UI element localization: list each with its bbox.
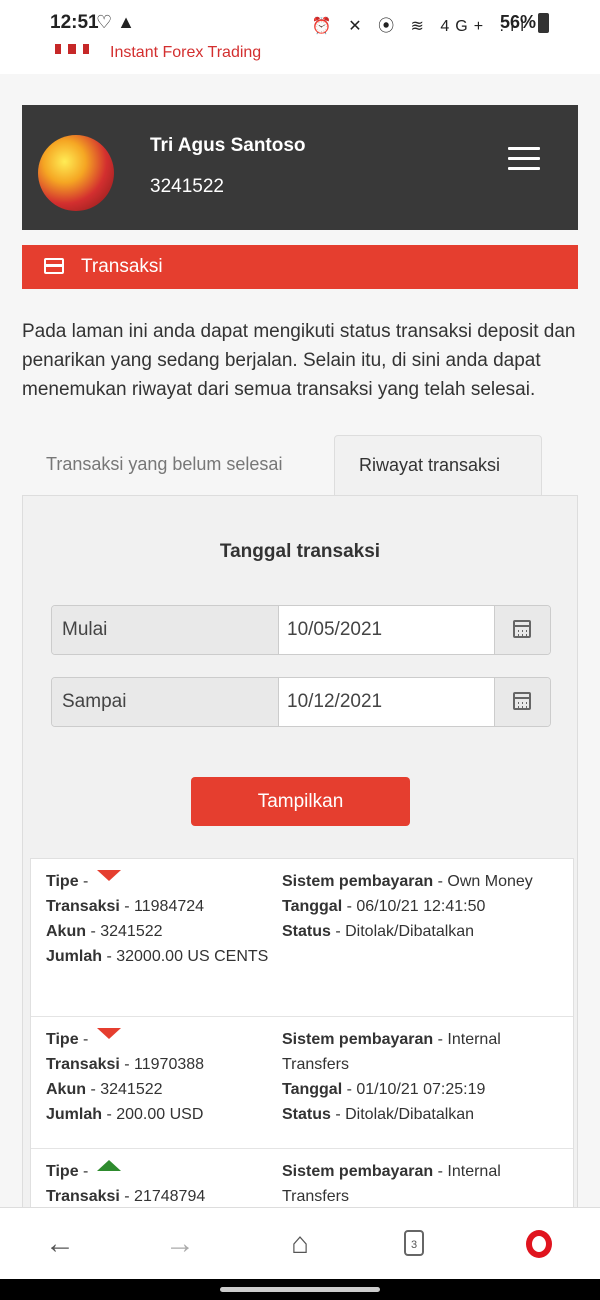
start-date-input[interactable]: 10/05/2021 bbox=[287, 619, 382, 641]
transaction-right-column: Sistem pembayaran - Internal Transfers T… bbox=[282, 1031, 501, 1123]
transaction-left-column: Tipe - Transaksi - 21748794 bbox=[46, 1159, 276, 1207]
transaction-right-column: Sistem pembayaran - Own Money Tanggal - … bbox=[282, 873, 533, 940]
date-label: Tanggal bbox=[282, 1081, 343, 1098]
forward-arrow-icon[interactable]: → bbox=[150, 1208, 210, 1280]
transaction-label: Transaksi bbox=[46, 1056, 120, 1073]
tab-pending-transactions[interactable]: Transaksi yang belum selesai bbox=[46, 454, 282, 475]
amount-label: Jumlah bbox=[46, 948, 103, 965]
status-left-icons: ♡ ▲ bbox=[96, 12, 135, 32]
transaction-label: Transaksi bbox=[46, 1188, 120, 1205]
status-value: Ditolak/Dibatalkan bbox=[345, 1106, 475, 1123]
end-date-label-box: Sampai bbox=[52, 678, 279, 726]
transaction-left-column: Tipe - Transaksi - 11984724 Akun - 32415… bbox=[46, 869, 276, 969]
tab-label: Riwayat transaksi bbox=[359, 455, 501, 475]
transaction-item[interactable]: Tipe - Transaksi - 11984724 Akun - 32415… bbox=[31, 859, 573, 1017]
profile-card: Tri Agus Santoso 3241522 bbox=[22, 105, 578, 230]
profile-name: Tri Agus Santoso bbox=[150, 135, 306, 156]
end-date-label: Sampai bbox=[62, 691, 127, 712]
end-date-calendar-button[interactable] bbox=[494, 678, 550, 726]
back-arrow-icon[interactable]: ← bbox=[30, 1208, 90, 1280]
payment-label: Sistem pembayaran bbox=[282, 1031, 434, 1048]
page-description: Pada laman ini anda dapat mengikuti stat… bbox=[22, 321, 576, 400]
section-title: Transaksi bbox=[81, 256, 163, 277]
account-label: Akun bbox=[46, 923, 86, 940]
up-arrow-icon bbox=[96, 1160, 121, 1172]
status-label: Status bbox=[282, 1106, 331, 1123]
account-label: Akun bbox=[46, 1081, 86, 1098]
down-arrow-icon bbox=[96, 1028, 121, 1040]
status-label: Status bbox=[282, 923, 331, 940]
start-date-label-box: Mulai bbox=[52, 606, 279, 654]
history-panel: Tanggal transaksi Mulai 10/05/2021 Sampa… bbox=[22, 495, 578, 1207]
date-value: 01/10/21 07:25:19 bbox=[356, 1081, 486, 1098]
status-time: 12:51 bbox=[50, 12, 99, 33]
account-value: 3241522 bbox=[100, 923, 163, 940]
app-header: Instant Forex Trading bbox=[0, 44, 600, 75]
account-value: 3241522 bbox=[100, 1081, 163, 1098]
payment-label: Sistem pembayaran bbox=[282, 1163, 434, 1180]
transaction-left-column: Tipe - Transaksi - 11970388 Akun - 32415… bbox=[46, 1027, 276, 1127]
status-right-icons: ⏰ ✕ ⦿ ≋ 4G+ .ıl bbox=[311, 18, 530, 35]
tab-transaction-history[interactable]: Riwayat transaksi bbox=[334, 435, 542, 496]
end-date-row: Sampai 10/12/2021 bbox=[51, 677, 551, 727]
transaction-id: 21748794 bbox=[134, 1188, 206, 1205]
show-button[interactable]: Tampilkan bbox=[191, 777, 410, 826]
start-date-calendar-button[interactable] bbox=[494, 606, 550, 654]
transaction-id: 11970388 bbox=[134, 1056, 205, 1073]
transaction-item[interactable]: Tipe - Transaksi - 21748794 Sistem pemba… bbox=[31, 1149, 573, 1207]
battery-percent: 56% bbox=[500, 12, 537, 32]
browser-bottom-bar: ← → ⌂ 3 bbox=[0, 1207, 600, 1280]
type-label: Tipe bbox=[46, 1031, 79, 1048]
amount-value: 200.00 USD bbox=[116, 1106, 204, 1123]
credit-card-icon bbox=[44, 258, 64, 274]
calendar-icon bbox=[513, 692, 531, 710]
home-gesture-pill[interactable] bbox=[220, 1287, 380, 1292]
opera-logo-icon[interactable] bbox=[526, 1230, 552, 1258]
status-bar: 12:51 ♡ ▲ ⏰ ✕ ⦿ ≋ 4G+ .ıl 56% bbox=[0, 0, 600, 44]
transaction-label: Transaksi bbox=[46, 898, 120, 915]
brand-name: Instant Forex Trading bbox=[110, 44, 262, 61]
home-icon[interactable]: ⌂ bbox=[270, 1208, 330, 1280]
tabs-button[interactable]: 3 bbox=[404, 1230, 424, 1256]
section-header-transaksi: Transaksi bbox=[22, 245, 578, 289]
start-date-label: Mulai bbox=[62, 619, 108, 640]
amount-label: Jumlah bbox=[46, 1106, 103, 1123]
filter-title: Tanggal transaksi bbox=[219, 541, 381, 562]
logo-icon bbox=[55, 44, 91, 54]
profile-account-number: 3241522 bbox=[150, 176, 224, 197]
payment-value: Own Money bbox=[447, 873, 533, 890]
type-label: Tipe bbox=[46, 873, 79, 890]
transaction-item[interactable]: Tipe - Transaksi - 11970388 Akun - 32415… bbox=[31, 1017, 573, 1149]
date-value: 06/10/21 12:41:50 bbox=[356, 898, 486, 915]
end-date-input[interactable]: 10/12/2021 bbox=[287, 691, 382, 713]
amount-value: 32000.00 US CENTS bbox=[116, 948, 269, 965]
avatar[interactable] bbox=[38, 135, 114, 211]
transaction-right-column: Sistem pembayaran - Internal Transfers bbox=[282, 1163, 501, 1205]
payment-label: Sistem pembayaran bbox=[282, 873, 434, 890]
status-value: Ditolak/Dibatalkan bbox=[345, 923, 475, 940]
menu-button[interactable] bbox=[492, 135, 556, 183]
down-arrow-icon bbox=[96, 870, 121, 882]
date-label: Tanggal bbox=[282, 898, 343, 915]
battery-icon bbox=[538, 13, 549, 33]
transaction-id: 11984724 bbox=[134, 898, 205, 915]
calendar-icon bbox=[513, 620, 531, 638]
start-date-row: Mulai 10/05/2021 bbox=[51, 605, 551, 655]
type-label: Tipe bbox=[46, 1163, 79, 1180]
page-content[interactable]: Tri Agus Santoso 3241522 Transaksi Pada … bbox=[0, 74, 600, 1207]
gesture-bar bbox=[0, 1279, 600, 1300]
transaction-list[interactable]: Tipe - Transaksi - 11984724 Akun - 32415… bbox=[30, 858, 574, 1207]
